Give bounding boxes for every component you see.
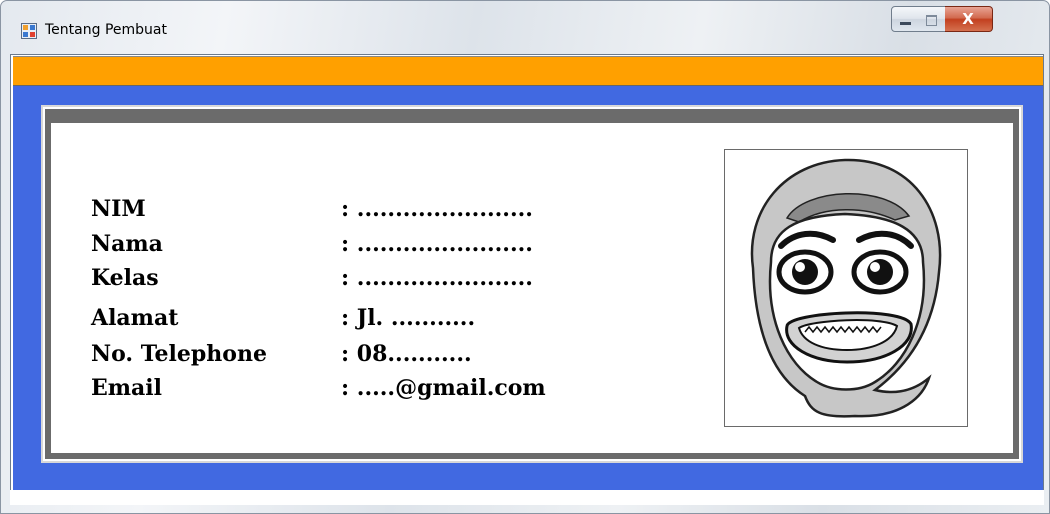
profile-photo (724, 149, 968, 427)
about-window: Tentang Pembuat X NIM : ................… (0, 0, 1050, 514)
hijab-cartoon-face-icon (750, 158, 942, 418)
value-email: : .....@gmail.com (341, 375, 546, 401)
close-icon: X (962, 10, 974, 28)
title-bar[interactable]: Tentang Pembuat X (1, 1, 1049, 53)
bottom-strip (10, 490, 1044, 505)
close-button[interactable]: X (945, 6, 993, 32)
label-nama: Nama (91, 231, 163, 257)
value-nama: : ....................... (341, 231, 533, 257)
value-telephone: : 08........... (341, 341, 472, 367)
value-alamat: : Jl. ........... (341, 305, 476, 331)
label-nim: NIM (91, 196, 146, 222)
minimize-button[interactable] (891, 6, 919, 32)
value-kelas: : ....................... (341, 265, 533, 291)
value-nim: : ....................... (341, 196, 533, 222)
label-telephone: No. Telephone (91, 341, 267, 367)
label-alamat: Alamat (91, 305, 179, 331)
label-email: Email (91, 375, 163, 401)
maximize-icon (926, 15, 937, 26)
minimize-icon (900, 22, 911, 25)
header-bar (13, 56, 1043, 86)
maximize-button[interactable] (918, 6, 946, 32)
app-icon (21, 23, 37, 39)
window-title: Tentang Pembuat (45, 22, 167, 38)
label-kelas: Kelas (91, 265, 159, 291)
